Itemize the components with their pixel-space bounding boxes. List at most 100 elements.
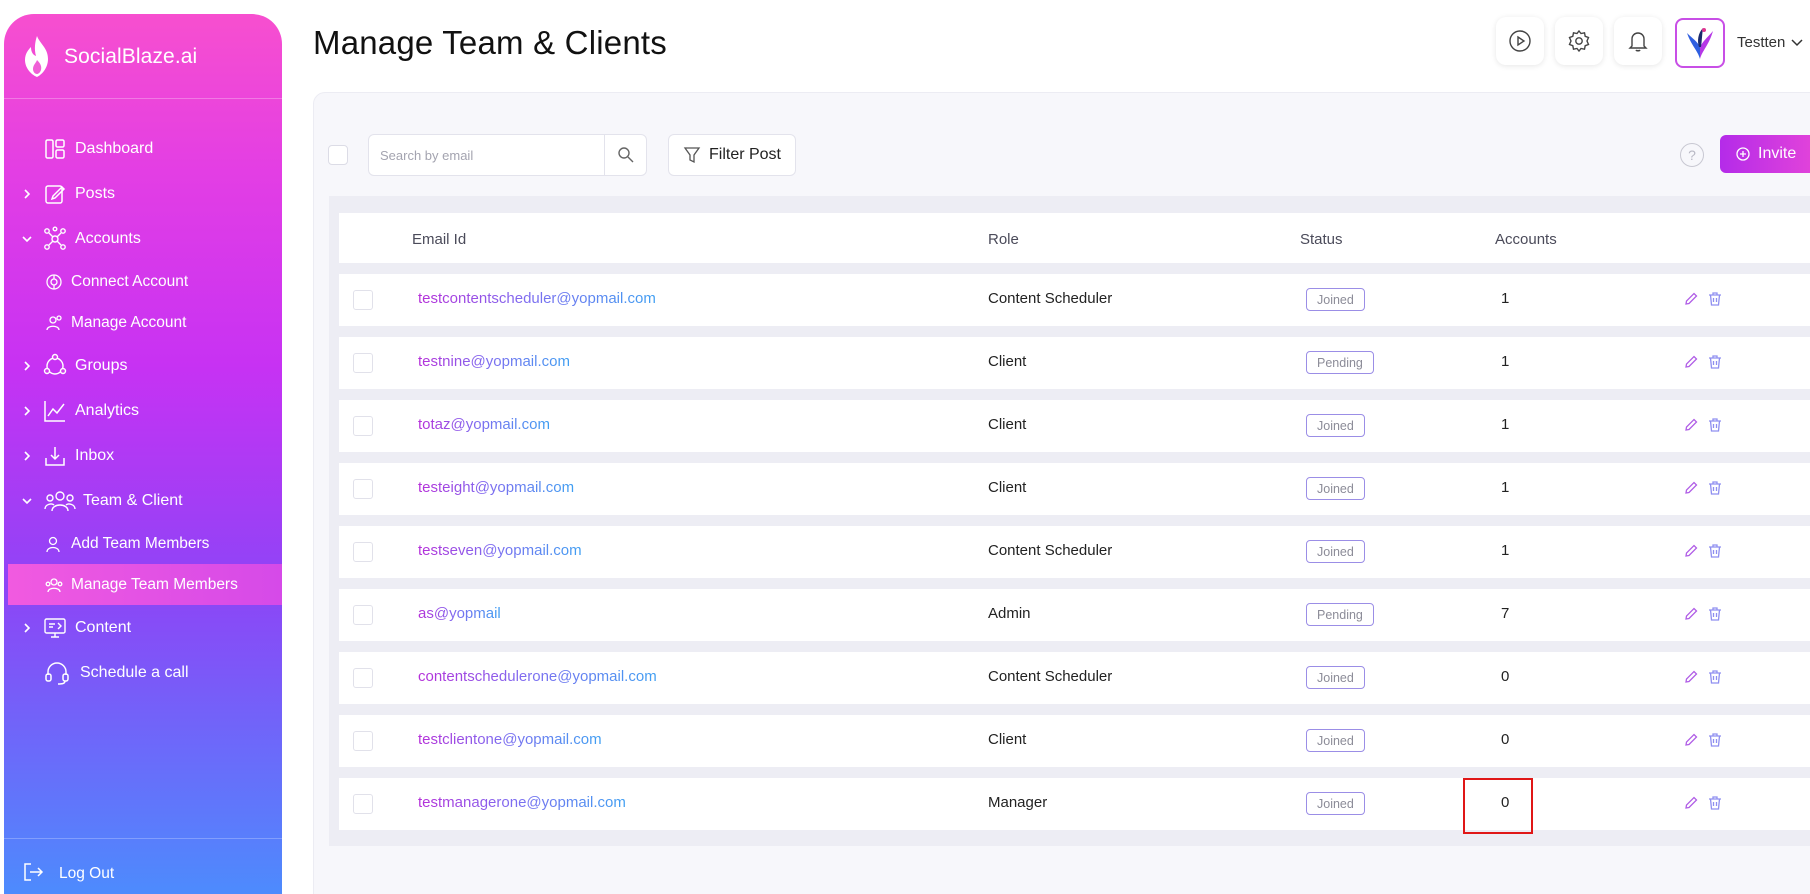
sidebar-item-groups[interactable]: Groups <box>4 343 282 388</box>
filter-icon <box>683 147 701 164</box>
sidebar-item-inbox[interactable]: Inbox <box>4 433 282 478</box>
chevron-right-icon <box>20 404 34 418</box>
row-checkbox[interactable] <box>353 353 373 373</box>
trash-icon[interactable] <box>1707 795 1723 811</box>
trash-icon[interactable] <box>1707 543 1723 559</box>
user-menu[interactable]: Testten <box>1737 34 1803 51</box>
row-actions <box>1683 354 1723 370</box>
search-button[interactable] <box>604 135 646 175</box>
row-email[interactable]: as@yopmail <box>418 605 501 622</box>
help-icon[interactable]: ? <box>1680 143 1704 167</box>
row-checkbox[interactable] <box>353 794 373 814</box>
pencil-icon[interactable] <box>1683 354 1699 370</box>
invite-button[interactable]: Invite <box>1720 135 1810 173</box>
row-email[interactable]: testcontentscheduler@yopmail.com <box>418 290 656 307</box>
sidebar-item-analytics[interactable]: Analytics <box>4 388 282 433</box>
row-email[interactable]: testclientone@yopmail.com <box>418 731 602 748</box>
sidebar-item-label: Team & Client <box>83 491 183 509</box>
status-badge: Joined <box>1306 792 1365 815</box>
row-checkbox[interactable] <box>353 542 373 562</box>
row-checkbox[interactable] <box>353 731 373 751</box>
trash-icon[interactable] <box>1707 606 1723 622</box>
settings-button[interactable] <box>1555 17 1603 65</box>
trash-icon[interactable] <box>1707 291 1723 307</box>
video-tutorial-button[interactable] <box>1496 17 1544 65</box>
row-role: Content Scheduler <box>988 290 1113 307</box>
table-row: testcontentscheduler@yopmail.com Content… <box>339 274 1810 326</box>
sidebar-item-manage-account[interactable]: Manage Account <box>4 302 282 343</box>
row-checkbox[interactable] <box>353 605 373 625</box>
pencil-icon[interactable] <box>1683 417 1699 433</box>
column-header-accounts[interactable]: Accounts <box>1495 231 1557 248</box>
pencil-icon[interactable] <box>1683 291 1699 307</box>
sidebar-item-team-client[interactable]: Team & Client <box>4 478 282 523</box>
row-checkbox[interactable] <box>353 479 373 499</box>
sidebar-item-add-team-members[interactable]: Add Team Members <box>4 523 282 564</box>
search-input[interactable] <box>369 135 604 175</box>
team-table: Email Id Role Status Accounts testconten… <box>329 196 1810 846</box>
chevron-right-icon <box>20 187 34 201</box>
sidebar-item-posts[interactable]: Posts <box>4 171 282 216</box>
user-name: Testten <box>1737 34 1786 51</box>
row-actions <box>1683 669 1723 685</box>
bird-logo-icon <box>1687 28 1713 59</box>
row-checkbox[interactable] <box>353 416 373 436</box>
sidebar-item-label: Content <box>75 618 132 636</box>
row-accounts: 0 <box>1501 668 1510 685</box>
row-checkbox[interactable] <box>353 668 373 688</box>
sidebar-item-accounts[interactable]: Accounts <box>4 216 282 261</box>
row-email[interactable]: contentschedulerone@yopmail.com <box>418 668 657 685</box>
select-all-checkbox[interactable] <box>328 145 348 165</box>
page-title: Manage Team & Clients <box>313 24 667 61</box>
row-checkbox[interactable] <box>353 290 373 310</box>
flame-logo-icon <box>25 36 48 77</box>
notifications-button[interactable] <box>1614 17 1662 65</box>
sidebar-item-schedule-call[interactable]: Schedule a call <box>4 650 282 695</box>
trash-icon[interactable] <box>1707 354 1723 370</box>
column-header-status[interactable]: Status <box>1300 231 1343 248</box>
avatar[interactable] <box>1675 18 1725 68</box>
table-header: Email Id Role Status Accounts <box>339 213 1810 263</box>
row-email[interactable]: testeight@yopmail.com <box>418 479 574 496</box>
sidebar-item-dashboard[interactable]: Dashboard <box>4 126 282 171</box>
brand[interactable]: SocialBlaze.ai <box>18 32 197 82</box>
plus-circle-icon <box>1736 147 1750 161</box>
row-role: Content Scheduler <box>988 542 1113 559</box>
pencil-icon[interactable] <box>1683 732 1699 748</box>
sidebar-item-label: Connect Account <box>71 272 189 290</box>
trash-icon[interactable] <box>1707 669 1723 685</box>
sidebar-item-label: Analytics <box>75 401 140 419</box>
sidebar-item-label: Manage Account <box>71 313 187 331</box>
pencil-icon[interactable] <box>1683 543 1699 559</box>
chevron-right-icon <box>20 621 34 635</box>
pencil-icon[interactable] <box>1683 795 1699 811</box>
logout-button[interactable]: Log Out <box>4 838 282 894</box>
pencil-icon[interactable] <box>1683 606 1699 622</box>
trash-icon[interactable] <box>1707 417 1723 433</box>
pencil-icon[interactable] <box>1683 669 1699 685</box>
analytics-icon <box>42 398 68 424</box>
search-box <box>368 134 647 176</box>
sidebar-item-manage-team-members[interactable]: Manage Team Members <box>8 564 282 605</box>
pencil-icon[interactable] <box>1683 480 1699 496</box>
invite-label: Invite <box>1758 145 1797 162</box>
network-icon <box>42 226 68 252</box>
row-accounts: 7 <box>1501 605 1510 622</box>
column-header-email[interactable]: Email Id <box>412 231 466 248</box>
filter-post-label: Filter Post <box>708 146 781 163</box>
row-email[interactable]: testseven@yopmail.com <box>418 542 582 559</box>
table-row: as@yopmail Admin Pending 7 <box>339 589 1810 641</box>
team-icon <box>44 488 76 514</box>
column-header-role[interactable]: Role <box>988 231 1019 248</box>
trash-icon[interactable] <box>1707 480 1723 496</box>
row-email[interactable]: testnine@yopmail.com <box>418 353 570 370</box>
sidebar-item-content[interactable]: Content <box>4 605 282 650</box>
sidebar-item-label: Groups <box>75 356 128 374</box>
sidebar-item-connect-account[interactable]: Connect Account <box>4 261 282 302</box>
filter-post-button[interactable]: Filter Post <box>668 134 796 176</box>
row-email[interactable]: testmanagerone@yopmail.com <box>418 794 626 811</box>
row-role: Client <box>988 479 1027 496</box>
trash-icon[interactable] <box>1707 732 1723 748</box>
sidebar-item-label: Inbox <box>75 446 115 464</box>
row-email[interactable]: totaz@yopmail.com <box>418 416 550 433</box>
